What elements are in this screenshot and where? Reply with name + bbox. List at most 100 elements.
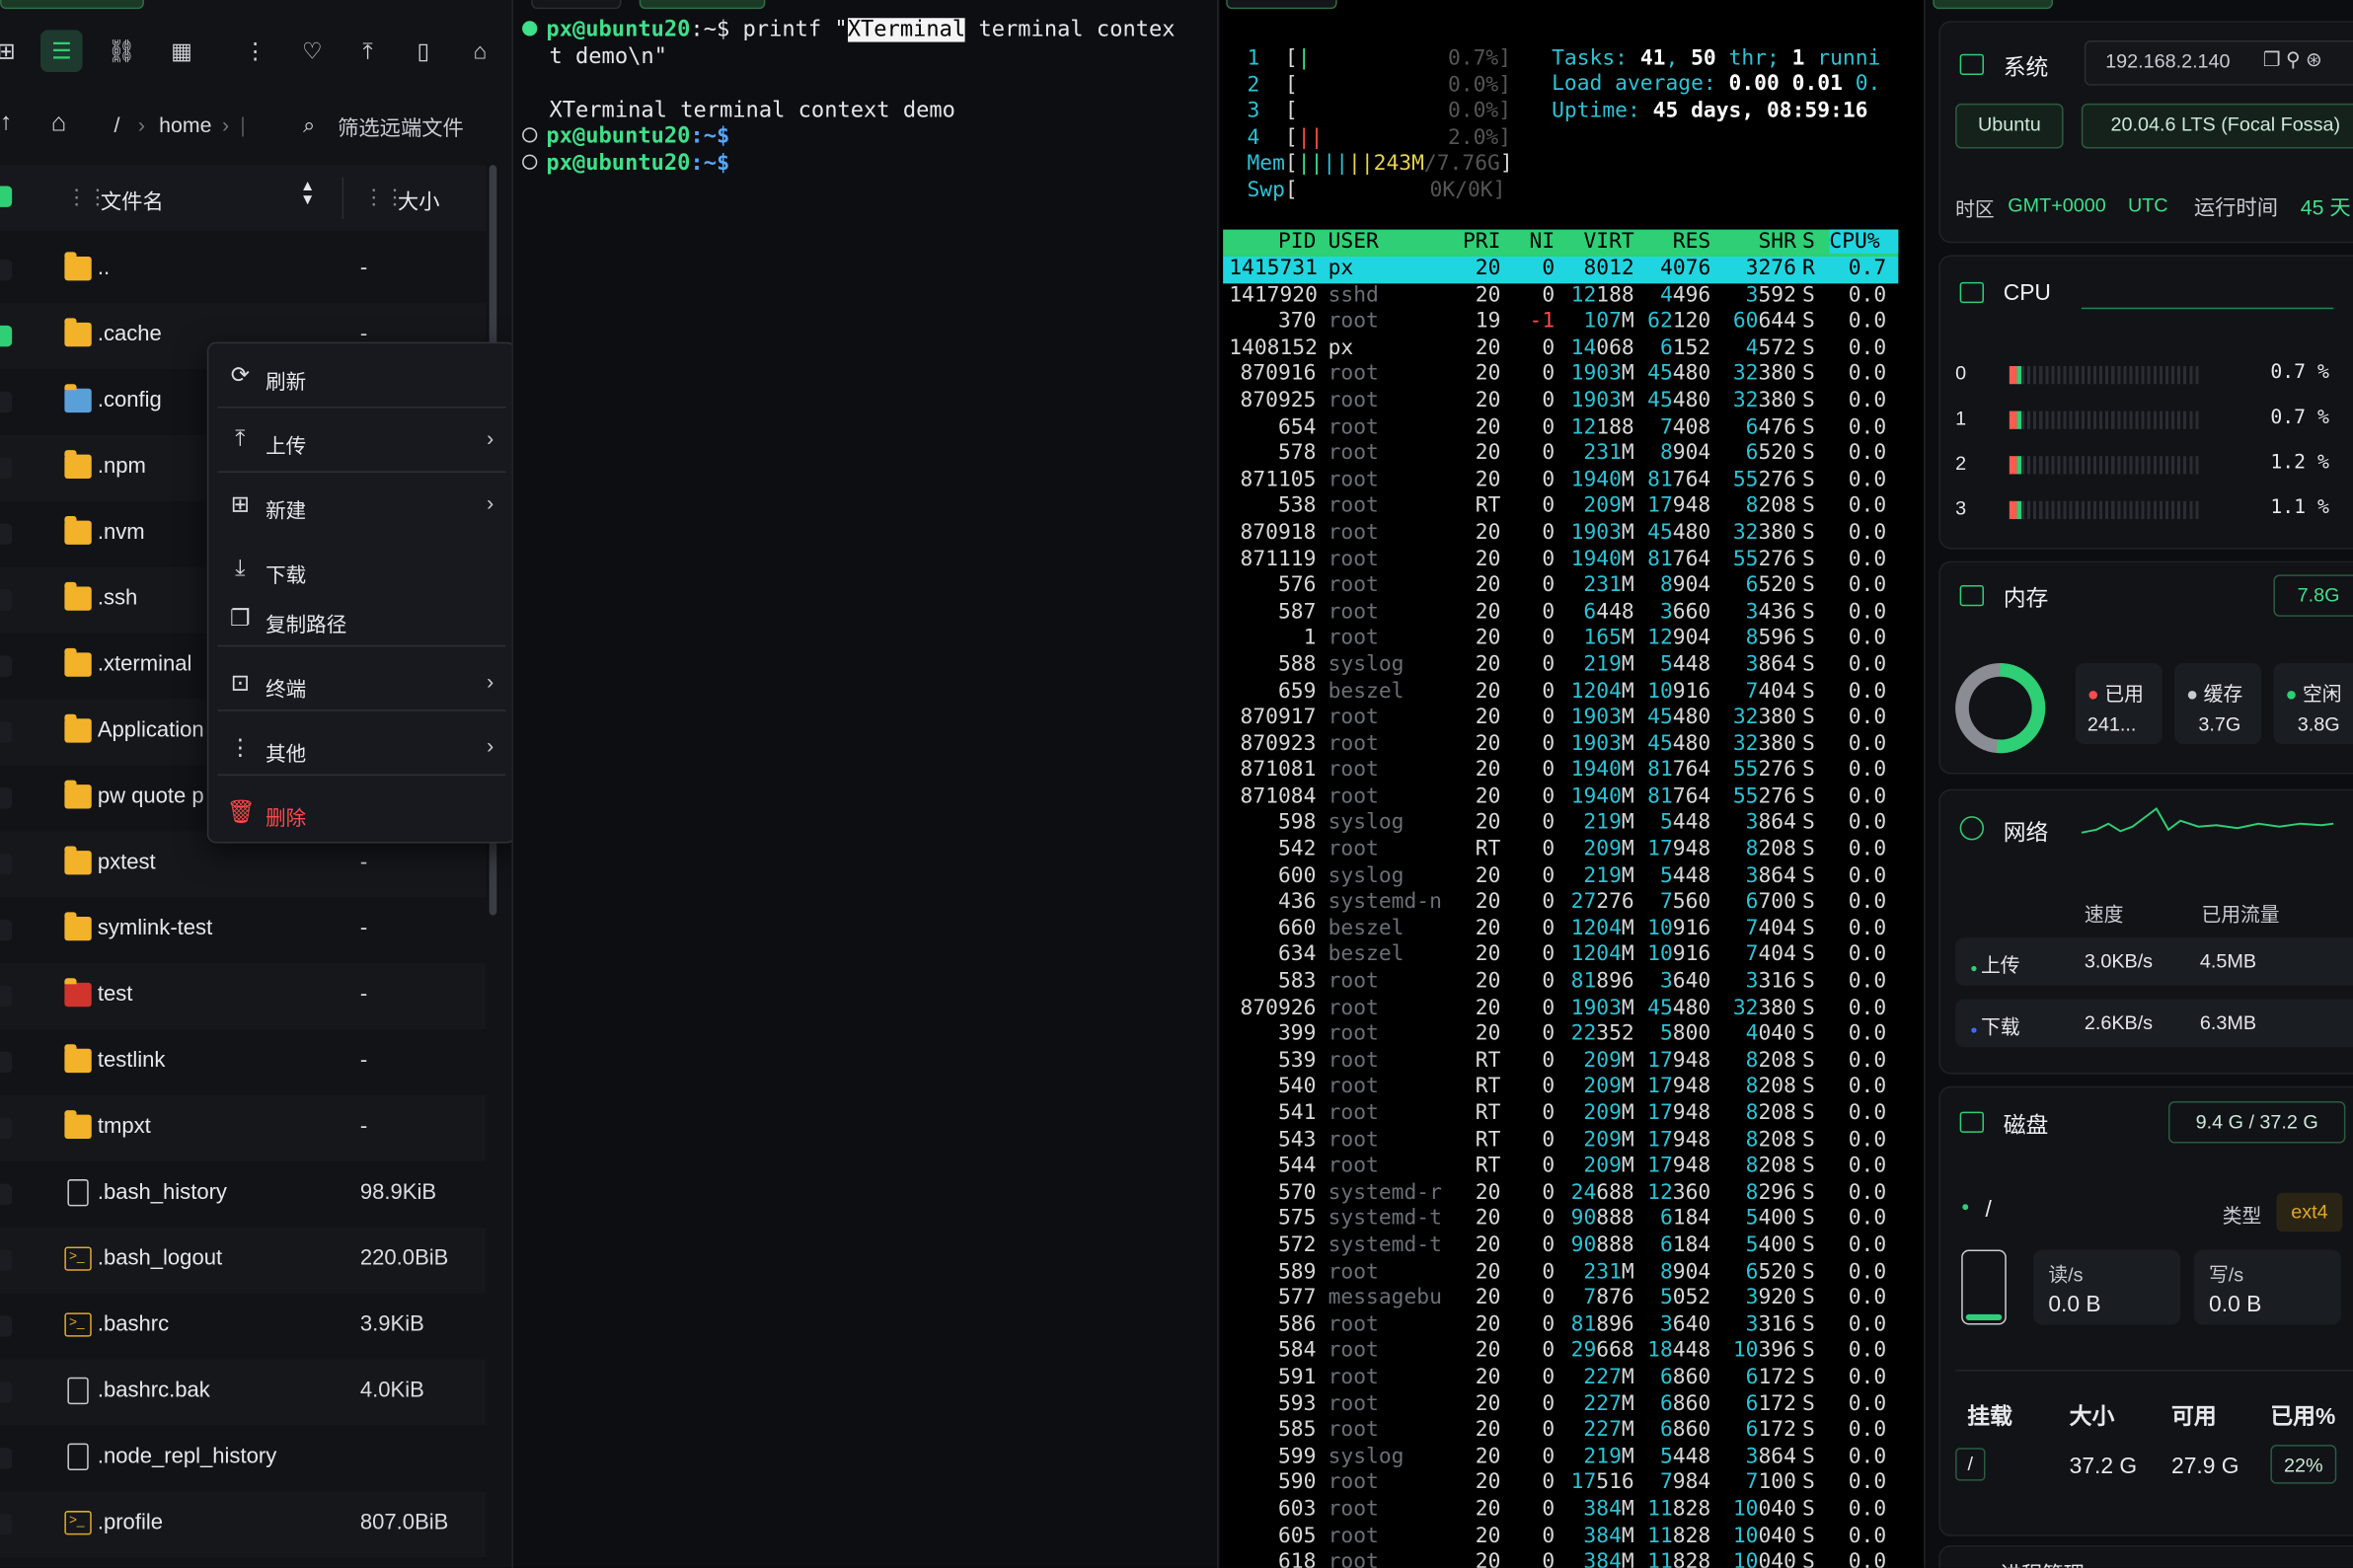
process-row[interactable]: 871081 root 20 0 1940M 81764 55276 S 0.0 — [1223, 758, 1898, 784]
link-icon[interactable]: ⛓ — [101, 30, 143, 72]
column-header[interactable]: VIRT — [1556, 230, 1633, 254]
process-row[interactable]: 540 root RT 0 209M 17948 8208 S 0.0 — [1223, 1075, 1898, 1101]
process-row[interactable]: 598 syslog 20 0 219M 5448 3864 S 0.0 — [1223, 811, 1898, 838]
favorite-icon[interactable]: ♡ — [291, 30, 334, 72]
process-row[interactable]: 577 messagebu 20 0 7876 5052 3920 S 0.0 — [1223, 1286, 1898, 1312]
home-icon[interactable]: ⌂ — [51, 108, 67, 137]
context-menu-item[interactable]: ❐ 复制路径 — [208, 593, 511, 644]
row-checkbox[interactable] — [0, 1315, 13, 1337]
process-row[interactable]: 1408152 px 20 0 14068 6152 4572 S 0.0 — [1223, 336, 1898, 362]
copy-icon[interactable]: ❐ ⚲ ⊛ — [2263, 48, 2322, 72]
row-checkbox[interactable] — [0, 854, 13, 875]
process-row[interactable]: 870918 root 20 0 1903M 45480 32380 S 0.0 — [1223, 520, 1898, 547]
file-row[interactable]: .node_repl_history — [0, 1425, 487, 1491]
process-row[interactable]: 593 root 20 0 227M 6860 6172 S 0.0 — [1223, 1391, 1898, 1418]
column-header[interactable]: NI — [1505, 230, 1556, 254]
column-header[interactable]: CPU% — [1829, 229, 1899, 254]
process-row[interactable]: 870926 root 20 0 1903M 45480 32380 S 0.0 — [1223, 996, 1898, 1022]
bookmark-icon[interactable]: ▯ — [402, 30, 444, 72]
process-row[interactable]: 587 root 20 0 6448 3660 3436 S 0.0 — [1223, 600, 1898, 627]
process-row[interactable]: 591 root 20 0 227M 6860 6172 S 0.0 — [1223, 1365, 1898, 1391]
process-row[interactable]: 541 root RT 0 209M 17948 8208 S 0.0 — [1223, 1101, 1898, 1128]
process-row[interactable]: 871119 root 20 0 1940M 81764 55276 S 0.0 — [1223, 547, 1898, 573]
archive-icon[interactable]: ⌂ — [459, 30, 501, 72]
process-row[interactable]: 618 root 20 0 384M 11828 10040 S 0.0 — [1223, 1550, 1898, 1568]
select-all-checkbox[interactable] — [0, 186, 13, 207]
process-row[interactable]: 572 systemd-t 20 0 90888 6184 5400 S 0.0 — [1223, 1233, 1898, 1260]
process-row[interactable]: 370 root 19 -1 107M 62120 60644 S 0.0 — [1223, 309, 1898, 336]
breadcrumb-home[interactable]: home — [159, 112, 211, 136]
file-row[interactable]: .bash_history 98.9KiB — [0, 1161, 487, 1228]
process-row[interactable]: 436 systemd-n 20 0 27276 7560 6700 S 0.0 — [1223, 890, 1898, 917]
process-row[interactable]: 539 root RT 0 209M 17948 8208 S 0.0 — [1223, 1048, 1898, 1075]
process-row[interactable]: 570 systemd-r 20 0 24688 12360 8296 S 0.0 — [1223, 1180, 1898, 1207]
row-checkbox[interactable] — [0, 589, 13, 611]
row-checkbox[interactable] — [0, 1117, 13, 1139]
column-header[interactable]: PRI — [1448, 230, 1500, 254]
filter-input[interactable]: 筛选远端文件 — [338, 112, 464, 142]
terminal-pane[interactable]: px@ubuntu20:~$ printf "XTerminal termina… — [512, 0, 1219, 1568]
process-row[interactable]: 1417920 sshd 20 0 12188 4496 3592 S 0.0 — [1223, 283, 1898, 310]
column-header[interactable]: RES — [1637, 230, 1710, 254]
process-row[interactable]: 589 root 20 0 231M 8904 6520 S 0.0 — [1223, 1259, 1898, 1286]
process-row[interactable]: 1415731 px 20 0 8012 4076 3276 R 0.7 — [1223, 256, 1899, 283]
file-row[interactable]: .bashrc.bak 4.0KiB — [0, 1359, 487, 1426]
list-view-icon[interactable]: ☰ — [40, 30, 83, 72]
row-checkbox[interactable] — [0, 325, 13, 347]
context-menu-item[interactable]: 🗑 删除 — [208, 786, 511, 838]
process-row[interactable]: 575 systemd-t 20 0 90888 6184 5400 S 0.0 — [1223, 1207, 1898, 1233]
row-checkbox[interactable] — [0, 1448, 13, 1469]
file-row[interactable]: testlink - — [0, 1029, 487, 1095]
column-name[interactable]: 文件名 — [101, 187, 164, 216]
selected-text[interactable]: XTerminal — [847, 18, 966, 42]
up-arrow-icon[interactable]: ↑ — [0, 110, 12, 136]
process-row[interactable]: 585 root 20 0 227M 6860 6172 S 0.0 — [1223, 1418, 1898, 1445]
file-row[interactable]: >_ .bash_logout 220.0BiB — [0, 1227, 487, 1294]
process-row[interactable]: 576 root 20 0 231M 8904 6520 S 0.0 — [1223, 573, 1898, 600]
row-checkbox[interactable] — [0, 1514, 13, 1535]
process-row[interactable]: 599 syslog 20 0 219M 5448 3864 S 0.0 — [1223, 1445, 1898, 1471]
process-row[interactable]: 870917 root 20 0 1903M 45480 32380 S 0.0 — [1223, 706, 1898, 732]
process-row[interactable]: 870923 root 20 0 1903M 45480 32380 S 0.0 — [1223, 731, 1898, 758]
row-checkbox[interactable] — [0, 787, 13, 809]
tab-stub[interactable] — [1226, 0, 1337, 10]
process-row[interactable]: 871105 root 20 0 1940M 81764 55276 S 0.0 — [1223, 468, 1898, 494]
file-row[interactable]: test - — [0, 963, 487, 1030]
more-options-icon[interactable]: ⋮ — [234, 30, 276, 72]
column-size[interactable]: 大小 — [398, 187, 440, 216]
process-row[interactable]: 544 root RT 0 209M 17948 8208 S 0.0 — [1223, 1154, 1898, 1180]
process-row[interactable]: 1 root 20 0 165M 12904 8596 S 0.0 — [1223, 626, 1898, 652]
tab-stub[interactable] — [0, 0, 144, 10]
file-row[interactable]: symlink-test - — [0, 897, 487, 963]
row-checkbox[interactable] — [0, 985, 13, 1008]
process-row[interactable]: 583 root 20 0 81896 3640 3316 S 0.0 — [1223, 969, 1898, 996]
tree-view-icon[interactable]: ⊞ — [0, 30, 27, 72]
tab-stub[interactable] — [1933, 0, 2053, 10]
sort-icon[interactable]: ▲ ▼ — [300, 180, 315, 208]
context-menu-item[interactable]: ⤒ 上传 › — [208, 414, 511, 466]
breadcrumb-root[interactable]: / — [114, 112, 120, 136]
column-header[interactable]: S — [1802, 230, 1823, 254]
row-checkbox[interactable] — [0, 1249, 13, 1271]
file-row[interactable]: tmpxt - — [0, 1094, 487, 1161]
process-row[interactable]: 654 root 20 0 12188 7408 6476 S 0.0 — [1223, 414, 1898, 441]
process-row[interactable]: 399 root 20 0 22352 5800 4040 S 0.0 — [1223, 1022, 1898, 1049]
process-row[interactable]: 584 root 20 0 29668 18448 10396 S 0.0 — [1223, 1339, 1898, 1366]
file-row[interactable]: .. - — [0, 237, 487, 303]
context-menu-item[interactable]: ⋮ 其他 › — [208, 721, 511, 773]
row-checkbox[interactable] — [0, 391, 13, 413]
process-row[interactable]: 578 root 20 0 231M 8904 6520 S 0.0 — [1223, 441, 1898, 468]
process-row[interactable]: 659 beszel 20 0 1204M 10916 7404 S 0.0 — [1223, 679, 1898, 706]
tab-stub[interactable] — [531, 0, 622, 10]
htop-pane[interactable]: 1 [| 0.7%] 2 [0.0%] 3 [0.0%] 4 [|| 2.0%] Mem[… — [1220, 0, 1926, 1568]
context-menu-item[interactable]: ⤓ 下载 — [208, 543, 511, 594]
file-row[interactable]: >_ .bashrc 3.9KiB — [0, 1294, 487, 1360]
row-checkbox[interactable] — [0, 260, 13, 281]
upload-icon[interactable]: ⤒ — [346, 30, 389, 72]
row-checkbox[interactable] — [0, 1183, 13, 1205]
process-row[interactable]: 603 root 20 0 384M 11828 10040 S 0.0 — [1223, 1497, 1898, 1524]
row-checkbox[interactable] — [0, 721, 13, 743]
context-menu-item[interactable]: ⟳ 刷新 — [208, 349, 511, 401]
process-row[interactable]: 870925 root 20 0 1903M 45480 32380 S 0.0 — [1223, 389, 1898, 415]
process-row[interactable]: 586 root 20 0 81896 3640 3316 S 0.0 — [1223, 1312, 1898, 1339]
